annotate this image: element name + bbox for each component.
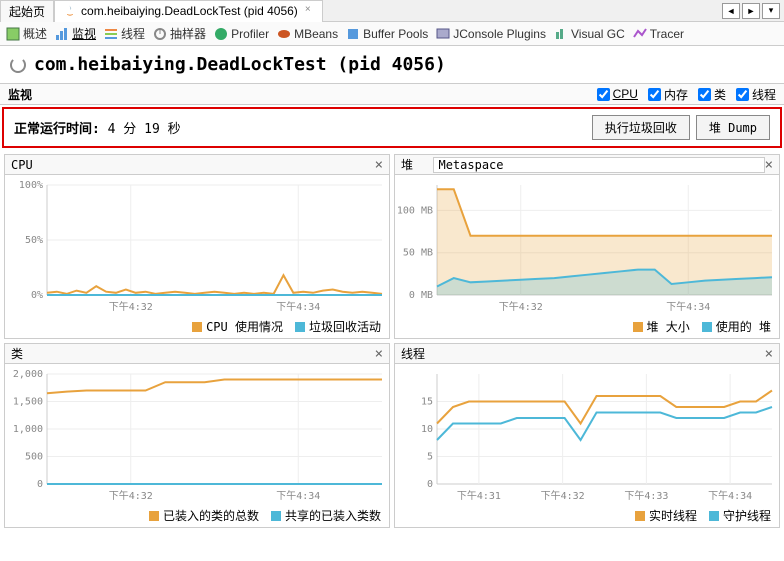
svg-text:0%: 0% [31, 290, 43, 301]
check-threads[interactable]: 线程 [736, 86, 776, 103]
svg-text:下午4:34: 下午4:34 [276, 300, 320, 313]
chart-classes: 类× 05001,0001,5002,000下午4:32下午4:34 已装入的类… [4, 343, 390, 528]
close-icon[interactable]: × [302, 5, 314, 17]
tool-buffer[interactable]: Buffer Pools [346, 27, 428, 41]
page-title: com.heibaiying.DeadLockTest (pid 4056) [34, 54, 446, 75]
svg-text:下午4:33: 下午4:33 [624, 489, 668, 502]
subheader: 监视 CPU 内存 类 线程 [0, 83, 784, 105]
svg-text:15: 15 [421, 397, 433, 408]
tool-threads[interactable]: 线程 [104, 25, 145, 42]
svg-text:2,000: 2,000 [13, 369, 43, 380]
tool-profiler[interactable]: Profiler [214, 27, 269, 41]
nav-left-button[interactable]: ◄ [722, 3, 740, 19]
svg-text:下午4:34: 下午4:34 [708, 489, 752, 502]
chart-threads: 线程× 051015下午4:31下午4:32下午4:33下午4:34 实时线程守… [394, 343, 780, 528]
tracer-icon [633, 27, 647, 41]
svg-text:0: 0 [427, 479, 433, 490]
svg-text:0: 0 [37, 479, 43, 490]
svg-text:下午4:32: 下午4:32 [541, 489, 585, 502]
tab-bar: 起始页 com.heibaiying.DeadLockTest (pid 405… [0, 0, 784, 22]
tool-tracer[interactable]: Tracer [633, 27, 684, 41]
tool-monitor[interactable]: 监视 [55, 25, 96, 42]
check-mem[interactable]: 内存 [648, 86, 688, 103]
charts-grid: CPU× 0%50%100%下午4:32下午4:34 CPU 使用情况垃圾回收活… [0, 150, 784, 532]
svg-text:下午4:32: 下午4:32 [109, 489, 153, 502]
mbeans-icon [277, 27, 291, 41]
chart-cpu: CPU× 0%50%100%下午4:32下午4:34 CPU 使用情况垃圾回收活… [4, 154, 390, 339]
svg-text:下午4:32: 下午4:32 [499, 300, 543, 313]
close-icon[interactable]: × [375, 157, 383, 173]
subheader-label: 监视 [8, 86, 32, 103]
svg-text:1,000: 1,000 [13, 424, 43, 435]
svg-text:下午4:32: 下午4:32 [109, 300, 153, 313]
refresh-icon[interactable] [10, 57, 26, 73]
actions-row: 正常运行时间: 4 分 19 秒 执行垃圾回收 堆 Dump [2, 107, 782, 148]
svg-text:100 MB: 100 MB [397, 205, 433, 216]
overview-icon [6, 27, 20, 41]
uptime: 正常运行时间: 4 分 19 秒 [14, 118, 181, 137]
svg-text:100%: 100% [19, 180, 43, 191]
gc-button[interactable]: 执行垃圾回收 [592, 115, 690, 140]
close-icon[interactable]: × [375, 346, 383, 362]
svg-text:下午4:34: 下午4:34 [666, 300, 710, 313]
nav-right-button[interactable]: ► [742, 3, 760, 19]
tool-sampler[interactable]: 抽样器 [153, 25, 206, 42]
visualgc-icon [554, 27, 568, 41]
title-row: com.heibaiying.DeadLockTest (pid 4056) [0, 46, 784, 83]
svg-text:5: 5 [427, 452, 433, 463]
tab-start[interactable]: 起始页 [0, 0, 54, 22]
jconsole-icon [436, 27, 450, 41]
monitor-icon [55, 27, 69, 41]
heap-chart: 0 MB 50 MB 100 MB 下午4:32 下午4:34 [395, 175, 779, 315]
chart-title: 堆 [401, 156, 413, 173]
chart-title: 类 [11, 345, 23, 362]
tool-jconsole[interactable]: JConsole Plugins [436, 27, 546, 41]
tool-mbeans[interactable]: MBeans [277, 27, 338, 41]
tool-visualgc[interactable]: Visual GC [554, 27, 625, 41]
sampler-icon [153, 27, 167, 41]
chart-heap: 堆 Metaspace× 0 MB 50 MB 100 MB 下午4:32 下午4:34… [394, 154, 780, 339]
profiler-icon [214, 27, 228, 41]
svg-text:50 MB: 50 MB [403, 248, 433, 259]
svg-text:0 MB: 0 MB [409, 290, 433, 301]
check-classes[interactable]: 类 [698, 86, 726, 103]
heap-dump-button[interactable]: 堆 Dump [696, 115, 770, 140]
tab-process[interactable]: com.heibaiying.DeadLockTest (pid 4056) × [54, 0, 323, 22]
classes-chart: 0 500 1,000 1,500 2,000 下午4:32 下午4:34 [5, 364, 389, 504]
cpu-chart: 0% 50% 100% 下午4:32 下午4:34 [5, 175, 389, 315]
svg-text:500: 500 [25, 452, 43, 463]
tab-nav: ◄ ► ▾ [722, 3, 784, 19]
threads-chart: 0 5 10 15 下午4:31 下午4:32 下午4:33 下午4:34 [395, 364, 779, 504]
svg-text:10: 10 [421, 424, 433, 435]
check-cpu[interactable]: CPU [597, 86, 638, 103]
svg-text:下午4:34: 下午4:34 [276, 489, 320, 502]
close-icon[interactable]: × [765, 346, 773, 362]
java-icon [63, 4, 77, 18]
svg-text:下午4:31: 下午4:31 [457, 489, 501, 502]
chart-title: CPU [11, 158, 33, 172]
buffer-icon [346, 27, 360, 41]
nav-dropdown-button[interactable]: ▾ [762, 3, 780, 19]
toolbar: 概述 监视 线程 抽样器 Profiler MBeans Buffer Pool… [0, 22, 784, 46]
svg-text:1,500: 1,500 [13, 397, 43, 408]
chart-title: 线程 [401, 345, 425, 362]
heap-sub-select[interactable]: Metaspace [433, 157, 764, 173]
tool-overview[interactable]: 概述 [6, 25, 47, 42]
svg-text:50%: 50% [25, 235, 43, 246]
close-icon[interactable]: × [765, 157, 773, 173]
threads-icon [104, 27, 118, 41]
